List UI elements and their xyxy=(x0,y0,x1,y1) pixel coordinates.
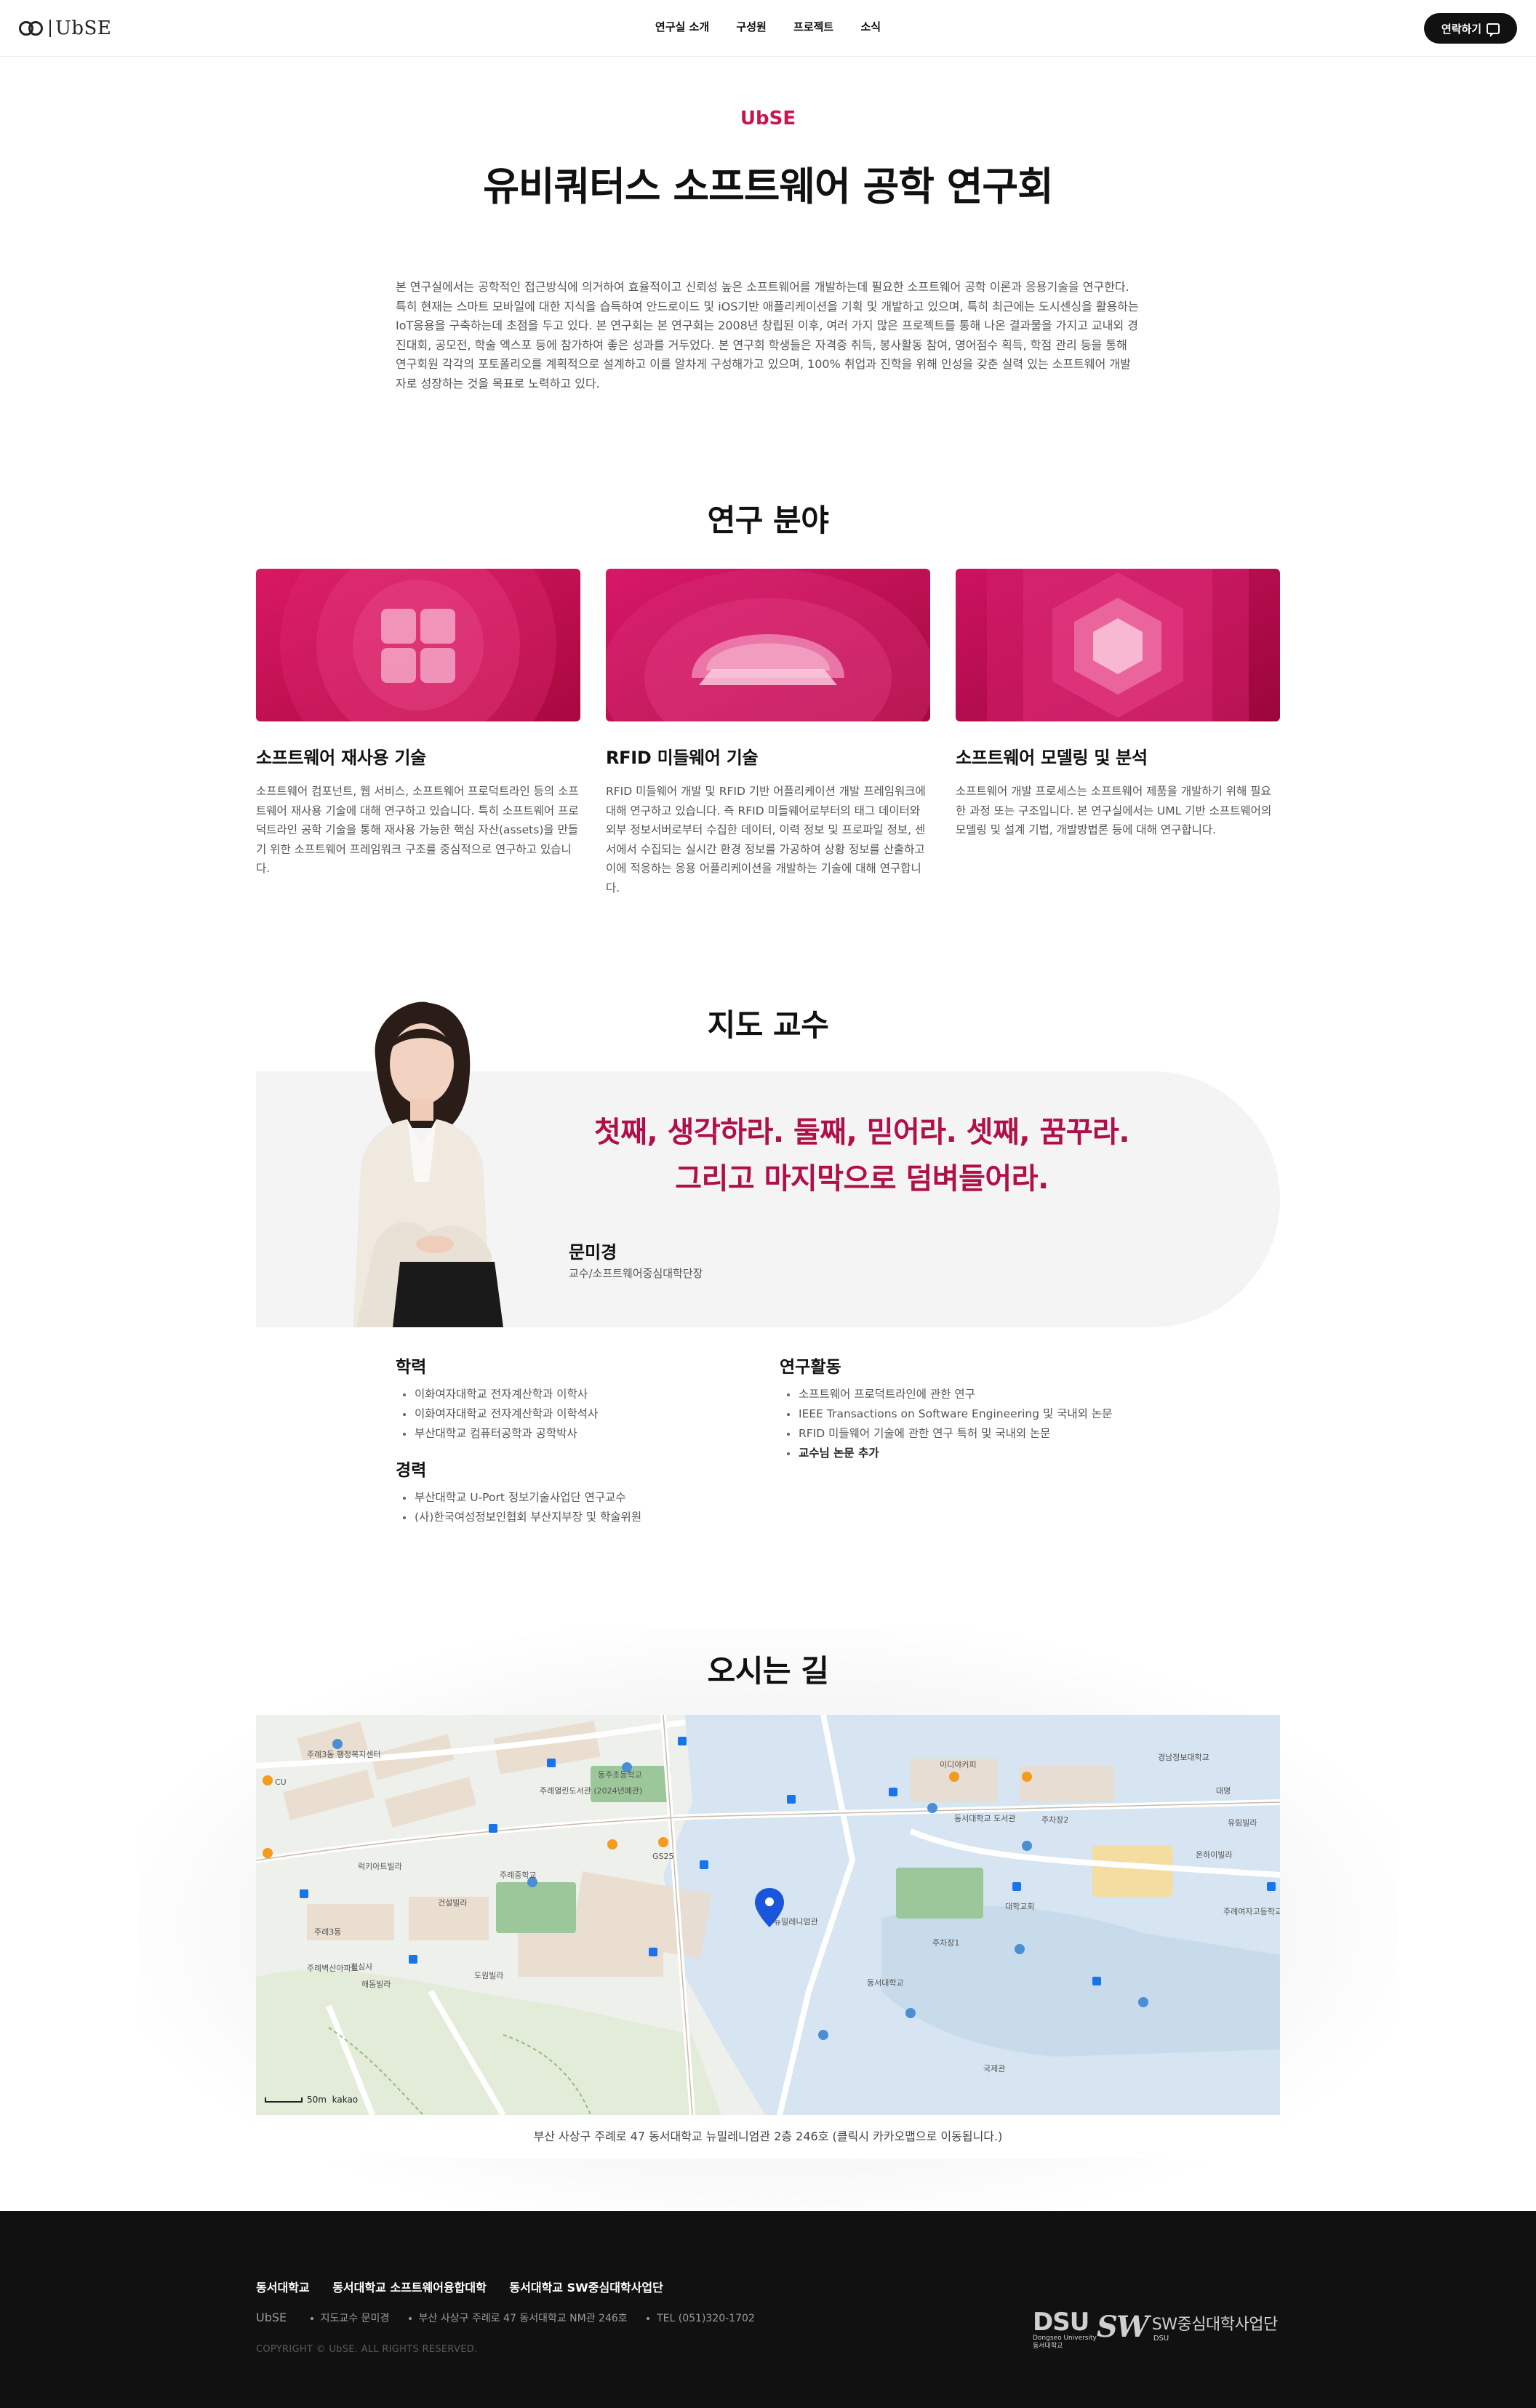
contact-button-label: 연락하기 xyxy=(1441,22,1482,36)
list-item: 이화여자대학교 전자계산학과 이학석사 xyxy=(396,1404,598,1424)
footer-phone: TEL (051)320-1702 xyxy=(647,2313,755,2324)
map-label: 주차장1 xyxy=(932,1938,960,1948)
map-label: 대명 xyxy=(1216,1786,1231,1796)
research-card-image xyxy=(256,569,580,721)
map-provider-label: kakao xyxy=(332,2095,359,2105)
footer-link-dsu[interactable]: 동서대학교 xyxy=(256,2281,310,2295)
map-label: 동주초등학교 xyxy=(598,1770,642,1780)
map-label: 주례중학교 xyxy=(500,1871,537,1880)
footer-link-sw-college[interactable]: 동서대학교 소프트웨어융합대학 xyxy=(332,2281,487,2295)
page-title: 유비쿼터스 소프트웨어 공학 연구회 xyxy=(483,164,1054,209)
list-item: 소프트웨어 프로덕트라인에 관한 연구 xyxy=(780,1385,1112,1404)
research-card-rfid: RFID 미들웨어 기술 RFID 미들웨어 개발 및 RFID 기반 어플리케… xyxy=(606,569,930,897)
professor-section-title: 지도 교수 xyxy=(707,1007,829,1043)
sw-logo-text: SW중심대학사업단 xyxy=(1151,2316,1278,2334)
professor-portrait xyxy=(313,1000,531,1327)
kakao-map[interactable]: 주례3동 행정복지센터 동서대학교 경남정보대학교 주례여자고등학교 주례열린도… xyxy=(256,1715,1280,2115)
career-heading: 경력 xyxy=(396,1461,427,1480)
list-item: IEEE Transactions on Software Engineerin… xyxy=(780,1404,1112,1424)
map-label: 해동빌라 xyxy=(361,1980,391,1989)
sw-center-logo[interactable]: SW SW중심대학사업단 DSU xyxy=(1097,2310,1278,2344)
intro-paragraph: 본 연구실에서는 공학적인 접근방식에 의거하여 효율적이고 신뢰성 높은 소프… xyxy=(396,280,1139,391)
map-label: 경남정보대학교 xyxy=(1158,1753,1209,1762)
map-label: 대학교회 xyxy=(1005,1902,1035,1911)
map-label: 온하이빌라 xyxy=(1196,1850,1233,1860)
map-label: 럭키아트빌라 xyxy=(358,1862,402,1871)
map-label: CU xyxy=(275,1777,287,1787)
research-card-title: 소프트웨어 모델링 및 분석 xyxy=(956,748,1148,768)
dsu-logo-text: DSU xyxy=(1033,2308,1089,2337)
map-label: 건설빌라 xyxy=(438,1898,468,1908)
research-card-title: RFID 미들웨어 기술 xyxy=(606,748,759,768)
menu-item-news[interactable]: 소식 xyxy=(860,19,881,34)
list-item: (사)한국여성정보인협회 부산지부장 및 학술위원 xyxy=(396,1508,641,1527)
menu-item-about[interactable]: 연구실 소개 xyxy=(655,19,709,34)
map-label: 도원빌라 xyxy=(474,1971,504,1980)
research-card-desc: RFID 미들웨어 개발 및 RFID 기반 어플리케이션 개발 프레임워크에 … xyxy=(606,785,926,895)
footer-brand: UbSE xyxy=(256,2311,287,2324)
footer-copyright: COPYRIGHT © UbSE. ALL RIGHTS RESERVED. xyxy=(256,2344,478,2355)
activities-heading: 연구활동 xyxy=(780,1358,841,1377)
sw-logo-sub: DSU xyxy=(1153,2335,1169,2343)
education-heading: 학력 xyxy=(396,1358,427,1377)
professor-role: 교수/소프트웨어중심대학단장 xyxy=(569,1267,703,1280)
professor-name: 문미경 xyxy=(569,1242,617,1263)
footer-info: UbSE 지도교수 문미경 부산 사상구 주례로 47 동서대학교 NM관 24… xyxy=(256,2311,771,2325)
career-block: 경력 부산대학교 U-Port 정보기술사업단 연구교수 (사)한국여성정보인협… xyxy=(396,1456,641,1527)
map-label: 뉴밀레니엄관 xyxy=(774,1917,818,1927)
sw-logo-mark: SW xyxy=(1097,2310,1149,2344)
footer-link-sw-center[interactable]: 동서대학교 SW중심대학사업단 xyxy=(509,2281,663,2295)
map-label: 주례열린도서관 (2024년폐관) xyxy=(540,1786,643,1796)
menu-item-projects[interactable]: 프로젝트 xyxy=(793,19,833,34)
list-item: RFID 미들웨어 기술에 관한 연구 특허 및 국내외 논문 xyxy=(780,1424,1112,1444)
footer-address: 부산 사상구 주례로 47 동서대학교 NM관 246호 xyxy=(409,2313,628,2324)
chat-bubble-icon xyxy=(1487,23,1500,37)
location-section-title: 오시는 길 xyxy=(707,1653,829,1689)
map-label: 주례3동 xyxy=(314,1927,342,1937)
map-label: 국제관 xyxy=(983,2064,1006,2073)
dsu-logo-sub-en: Dongseo University xyxy=(1033,2335,1097,2342)
contact-button[interactable]: 연락하기 xyxy=(1424,13,1517,44)
add-paper-link[interactable]: 교수님 논문 추가 xyxy=(780,1444,1112,1463)
map-label: 이디야커피 xyxy=(940,1760,977,1769)
dsu-logo[interactable]: DSU Dongseo University 동서대학교 xyxy=(1033,2310,1097,2351)
map-scale-label: 50m xyxy=(307,2095,327,2105)
dsu-logo-sub-ko: 동서대학교 xyxy=(1033,2343,1063,2350)
research-card-image xyxy=(956,569,1280,721)
list-item: 부산대학교 U-Port 정보기술사업단 연구교수 xyxy=(396,1488,641,1508)
footer-advisor: 지도교수 문미경 xyxy=(311,2313,390,2324)
research-section-title: 연구 분야 xyxy=(707,503,829,538)
research-card-desc: 소프트웨어 개발 프로세스는 소프트웨어 제품을 개발하기 위해 필요한 과정 … xyxy=(956,785,1272,836)
map-address-caption[interactable]: 부산 사상구 주례로 47 동서대학교 뉴밀레니엄관 2층 246호 (클릭시 … xyxy=(256,2115,1280,2159)
activities-block: 연구활동 소프트웨어 프로덕트라인에 관한 연구 IEEE Transactio… xyxy=(780,1353,1112,1463)
list-item: 이화여자대학교 전자계산학과 이학사 xyxy=(396,1385,598,1404)
footer: 동서대학교 동서대학교 소프트웨어융합대학 동서대학교 SW중심대학사업단 Ub… xyxy=(0,2211,1536,2408)
map-label: 청심사 xyxy=(351,1962,373,1972)
quote-line-2: 그리고 마지막으로 덤벼들어라. xyxy=(675,1162,1049,1196)
hero-eyebrow: UbSE xyxy=(740,108,796,129)
research-card-title: 소프트웨어 재사용 기술 xyxy=(256,748,426,768)
map-label: 유림빌라 xyxy=(1228,1818,1257,1828)
list-item: 부산대학교 컴퓨터공학과 공학박사 xyxy=(396,1424,598,1444)
map-label: 주차장2 xyxy=(1041,1815,1069,1825)
map-label: 주례여자고등학교 xyxy=(1223,1907,1280,1916)
map-label: 동서대학교 xyxy=(867,1978,904,1988)
research-card-desc: 소프트웨어 컴포넌트, 웹 서비스, 소프트웨어 프로덕트라인 등의 소프트웨어… xyxy=(256,785,579,875)
quote-line-1: 첫째, 생각하라. 둘째, 믿어라. 셋째, 꿈꾸라. xyxy=(593,1116,1130,1149)
research-card-image xyxy=(606,569,930,721)
research-card-modeling: 소프트웨어 모델링 및 분석 소프트웨어 개발 프로세스는 소프트웨어 제품을 … xyxy=(956,569,1280,840)
main-menu: 연구실 소개 구성원 프로젝트 소식 xyxy=(0,19,1536,34)
footer-links: 동서대학교 동서대학교 소프트웨어융합대학 동서대학교 SW중심대학사업단 xyxy=(256,2278,682,2295)
research-card-reuse: 소프트웨어 재사용 기술 소프트웨어 컴포넌트, 웹 서비스, 소프트웨어 프로… xyxy=(256,569,580,879)
top-navigation: UbSE 연구실 소개 구성원 프로젝트 소식 연락하기 xyxy=(0,0,1536,57)
map-label: 주례3동 행정복지센터 xyxy=(307,1750,381,1759)
menu-item-members[interactable]: 구성원 xyxy=(736,19,766,34)
map-scale: 50m kakao xyxy=(265,2095,358,2105)
professor-quote: 첫째, 생각하라. 둘째, 믿어라. 셋째, 꿈꾸라. 그리고 마지막으로 덤벼… xyxy=(553,1109,1171,1202)
map-label: 동서대학교 도서관 xyxy=(954,1814,1016,1823)
map-label: GS25 xyxy=(652,1852,674,1861)
education-block: 학력 이화여자대학교 전자계산학과 이학사 이화여자대학교 전자계산학과 이학석… xyxy=(396,1353,598,1444)
